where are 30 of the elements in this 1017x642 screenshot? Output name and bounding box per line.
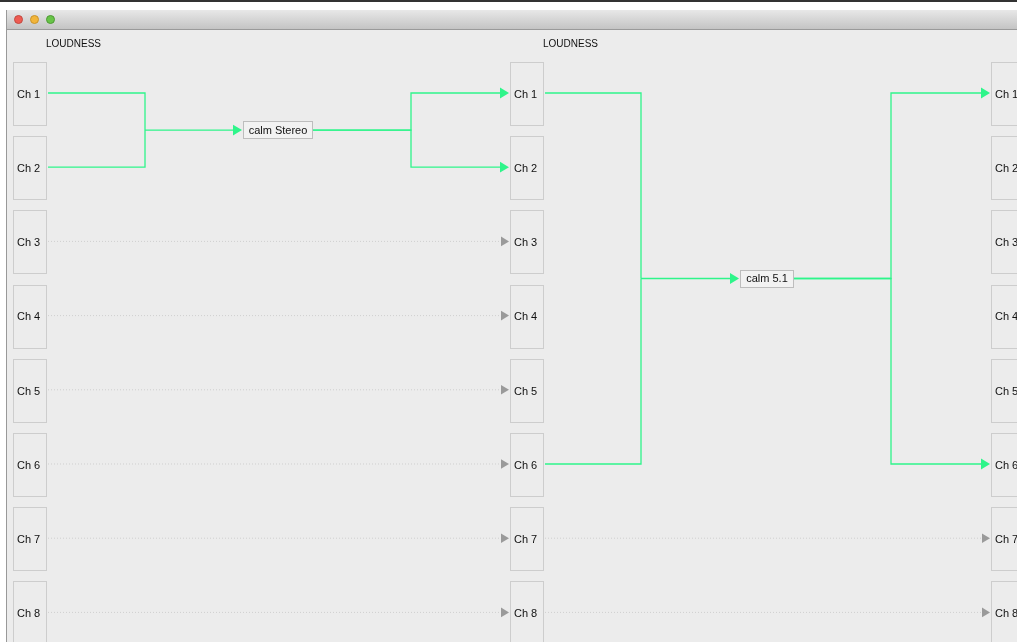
stage-header: LOUDNESS bbox=[543, 39, 598, 49]
channel-node[interactable]: Ch 3 bbox=[13, 210, 47, 275]
channel-node[interactable]: Ch 4 bbox=[510, 284, 544, 349]
channel-node[interactable]: Ch 5 bbox=[13, 358, 47, 423]
channel-node[interactable]: Ch 6 bbox=[13, 433, 47, 497]
stage-header: LOUDNESS bbox=[46, 39, 101, 49]
channel-node[interactable]: Ch 8 bbox=[991, 581, 1017, 642]
channel-node[interactable]: Ch 1 bbox=[991, 62, 1017, 126]
processor-node[interactable]: calm Stereo bbox=[243, 121, 313, 140]
channel-node[interactable]: Ch 5 bbox=[510, 358, 544, 423]
channel-node[interactable]: Ch 7 bbox=[510, 507, 544, 572]
channel-node[interactable]: Ch 2 bbox=[13, 136, 47, 201]
channel-node[interactable]: Ch 6 bbox=[510, 433, 544, 497]
channel-node[interactable]: Ch 8 bbox=[13, 581, 47, 642]
zoom-icon[interactable] bbox=[46, 15, 55, 24]
channel-node[interactable]: Ch 7 bbox=[13, 507, 47, 572]
channel-node[interactable]: Ch 3 bbox=[991, 210, 1017, 275]
channel-node[interactable]: Ch 8 bbox=[510, 581, 544, 642]
channel-node[interactable]: Ch 6 bbox=[991, 433, 1017, 497]
processor-node[interactable]: calm 5.1 bbox=[740, 269, 794, 288]
minimize-icon[interactable] bbox=[30, 15, 39, 24]
channel-node[interactable]: Ch 3 bbox=[510, 210, 544, 275]
channel-node[interactable]: Ch 7 bbox=[991, 507, 1017, 572]
channel-node[interactable]: Ch 1 bbox=[13, 62, 47, 126]
channel-node[interactable]: Ch 1 bbox=[510, 62, 544, 126]
channel-node[interactable]: Ch 5 bbox=[991, 358, 1017, 423]
channel-node[interactable]: Ch 2 bbox=[510, 136, 544, 201]
channel-node[interactable]: Ch 4 bbox=[13, 284, 47, 349]
close-icon[interactable] bbox=[14, 15, 23, 24]
channel-node[interactable]: Ch 2 bbox=[991, 136, 1017, 201]
